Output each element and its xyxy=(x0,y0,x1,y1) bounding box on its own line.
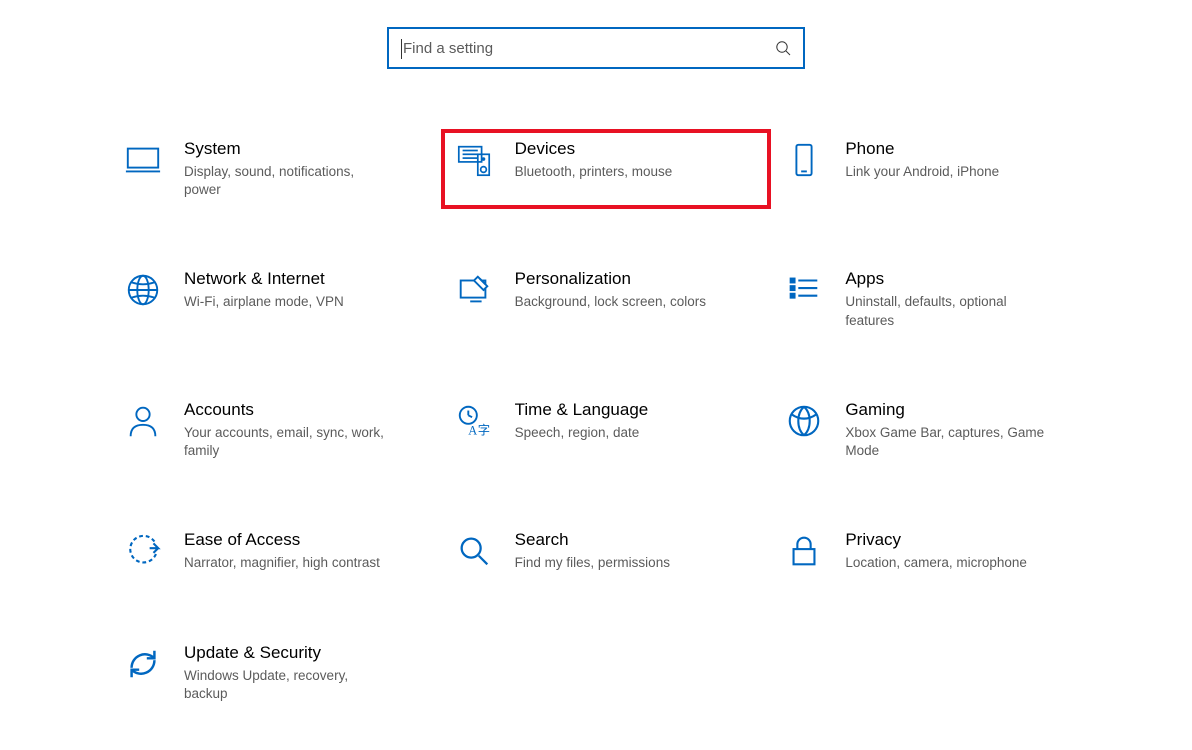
tile-sub: Wi-Fi, airplane mode, VPN xyxy=(184,293,344,311)
tile-sub: Your accounts, email, sync, work, family xyxy=(184,424,394,460)
tile-title: Privacy xyxy=(845,530,1027,550)
tile-text: Update & Security Windows Update, recove… xyxy=(184,643,394,703)
tile-sub: Uninstall, defaults, optional features xyxy=(845,293,1055,329)
settings-grid: System Display, sound, notifications, po… xyxy=(0,129,1192,713)
tile-text: Phone Link your Android, iPhone xyxy=(845,139,999,181)
tile-text: Gaming Xbox Game Bar, captures, Game Mod… xyxy=(845,400,1055,460)
ease-of-access-icon xyxy=(124,532,162,570)
lock-icon xyxy=(785,532,823,570)
tile-text: Search Find my files, permissions xyxy=(515,530,670,572)
tile-text: Network & Internet Wi-Fi, airplane mode,… xyxy=(184,269,344,311)
text-caret xyxy=(401,39,402,59)
tile-update-security[interactable]: Update & Security Windows Update, recove… xyxy=(110,633,441,713)
gaming-icon xyxy=(785,402,823,440)
tile-sub: Display, sound, notifications, power xyxy=(184,163,394,199)
tile-sub: Xbox Game Bar, captures, Game Mode xyxy=(845,424,1055,460)
tile-sub: Bluetooth, printers, mouse xyxy=(515,163,673,181)
svg-text:A: A xyxy=(468,423,477,437)
tile-text: Apps Uninstall, defaults, optional featu… xyxy=(845,269,1055,329)
tile-title: Search xyxy=(515,530,670,550)
tile-privacy[interactable]: Privacy Location, camera, microphone xyxy=(771,520,1102,582)
tile-time-language[interactable]: A 字 Time & Language Speech, region, date xyxy=(441,390,772,470)
tile-text: Devices Bluetooth, printers, mouse xyxy=(515,139,673,181)
devices-icon xyxy=(455,141,493,179)
tile-sub: Link your Android, iPhone xyxy=(845,163,999,181)
person-icon xyxy=(124,402,162,440)
tile-title: Update & Security xyxy=(184,643,394,663)
time-language-icon: A 字 xyxy=(455,402,493,440)
tile-text: Ease of Access Narrator, magnifier, high… xyxy=(184,530,380,572)
tile-title: Personalization xyxy=(515,269,706,289)
tile-accounts[interactable]: Accounts Your accounts, email, sync, wor… xyxy=(110,390,441,470)
tile-sub: Speech, region, date xyxy=(515,424,649,442)
search-input[interactable] xyxy=(401,39,775,58)
tile-devices[interactable]: Devices Bluetooth, printers, mouse xyxy=(441,129,772,209)
tile-title: Time & Language xyxy=(515,400,649,420)
tile-search[interactable]: Search Find my files, permissions xyxy=(441,520,772,582)
tile-sub: Location, camera, microphone xyxy=(845,554,1027,572)
personalization-icon xyxy=(455,271,493,309)
tile-title: Devices xyxy=(515,139,673,159)
tile-text: Personalization Background, lock screen,… xyxy=(515,269,706,311)
tile-text: Accounts Your accounts, email, sync, wor… xyxy=(184,400,394,460)
tile-text: Time & Language Speech, region, date xyxy=(515,400,649,442)
tile-apps[interactable]: Apps Uninstall, defaults, optional featu… xyxy=(771,259,1102,339)
tile-sub: Find my files, permissions xyxy=(515,554,670,572)
search-icon xyxy=(775,40,791,56)
search-box[interactable] xyxy=(387,27,805,69)
tile-title: Network & Internet xyxy=(184,269,344,289)
tile-title: Accounts xyxy=(184,400,394,420)
update-icon xyxy=(124,645,162,683)
settings-home: System Display, sound, notifications, po… xyxy=(0,0,1192,713)
tile-text: System Display, sound, notifications, po… xyxy=(184,139,394,199)
globe-icon xyxy=(124,271,162,309)
tile-title: Phone xyxy=(845,139,999,159)
svg-text:字: 字 xyxy=(477,422,489,437)
tile-network[interactable]: Network & Internet Wi-Fi, airplane mode,… xyxy=(110,259,441,339)
tile-sub: Background, lock screen, colors xyxy=(515,293,706,311)
tile-sub: Windows Update, recovery, backup xyxy=(184,667,394,703)
tile-phone[interactable]: Phone Link your Android, iPhone xyxy=(771,129,1102,209)
tile-sub: Narrator, magnifier, high contrast xyxy=(184,554,380,572)
tile-title: Ease of Access xyxy=(184,530,380,550)
tile-ease-of-access[interactable]: Ease of Access Narrator, magnifier, high… xyxy=(110,520,441,582)
tile-gaming[interactable]: Gaming Xbox Game Bar, captures, Game Mod… xyxy=(771,390,1102,470)
tile-title: Gaming xyxy=(845,400,1055,420)
system-icon xyxy=(124,141,162,179)
tile-title: Apps xyxy=(845,269,1055,289)
search-wrap xyxy=(0,27,1192,69)
tile-title: System xyxy=(184,139,394,159)
phone-icon xyxy=(785,141,823,179)
magnifier-icon xyxy=(455,532,493,570)
apps-icon xyxy=(785,271,823,309)
tile-personalization[interactable]: Personalization Background, lock screen,… xyxy=(441,259,772,339)
tile-system[interactable]: System Display, sound, notifications, po… xyxy=(110,129,441,209)
tile-text: Privacy Location, camera, microphone xyxy=(845,530,1027,572)
